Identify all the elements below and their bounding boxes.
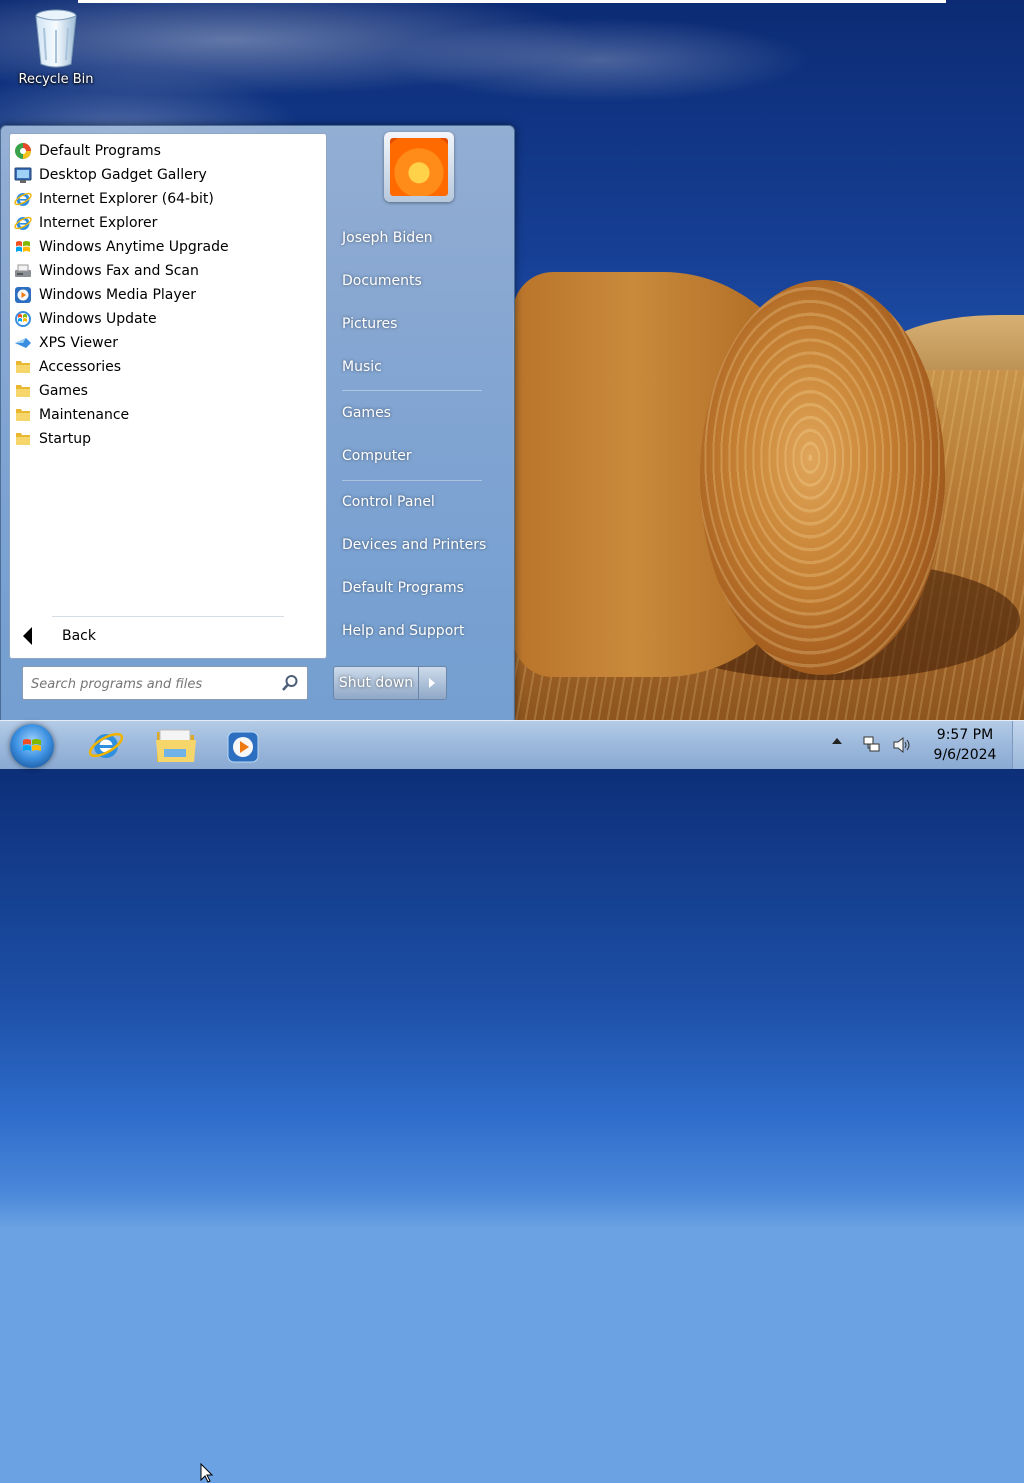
program-label: Default Programs [39,143,161,159]
start-computer[interactable]: Computer [342,448,412,470]
program-label: Games [39,383,88,399]
start-documents[interactable]: Documents [342,273,422,295]
show-hidden-icons-button[interactable] [832,738,842,744]
program-internet-explorer-64[interactable]: Internet Explorer (64-bit) [10,187,326,211]
fax-icon [15,264,31,277]
start-default-programs[interactable]: Default Programs [342,580,464,602]
shutdown-options-button[interactable] [418,666,447,700]
mouse-cursor-icon [200,1463,214,1483]
start-user-name[interactable]: Joseph Biden [342,230,433,252]
volume-icon[interactable] [892,735,912,755]
program-windows-update[interactable]: Windows Update [10,307,326,331]
gadget-gallery-icon [14,167,32,183]
places-separator [342,390,482,391]
start-help-and-support[interactable]: Help and Support [342,623,465,645]
wallpaper-bale-rings [700,280,945,675]
program-default-programs[interactable]: Default Programs [10,139,326,163]
start-pictures[interactable]: Pictures [342,316,397,338]
back-button[interactable]: Back [20,624,96,648]
program-folder-accessories[interactable]: Accessories [10,355,326,379]
program-label: Windows Media Player [39,287,197,303]
shutdown-button[interactable]: Shut down [333,666,419,700]
search-input[interactable] [29,673,283,695]
windows-flag-icon [16,241,30,252]
default-programs-icon [15,143,31,159]
program-folder-maintenance[interactable]: Maintenance [10,403,326,427]
clock-time: 9:57 PM [936,727,994,743]
search-icon[interactable] [281,674,299,692]
program-label: Desktop Gadget Gallery [39,167,207,183]
start-games[interactable]: Games [342,405,391,427]
program-internet-explorer[interactable]: Internet Explorer [10,211,326,235]
clock-date: 9/6/2024 [933,747,997,763]
start-control-panel[interactable]: Control Panel [342,494,435,516]
show-desktop-button[interactable] [1012,721,1024,769]
windows-update-icon [15,311,31,327]
back-label: Back [62,628,96,644]
program-folder-games[interactable]: Games [10,379,326,403]
folder-icon [16,409,30,421]
user-avatar [390,138,448,196]
chevron-right-icon [429,678,435,688]
program-label: Accessories [39,359,122,375]
xps-viewer-icon [15,338,31,348]
system-clock[interactable]: 9:57 PM 9/6/2024 [925,725,1005,765]
taskbar-file-explorer-icon[interactable] [152,724,200,766]
program-label: Maintenance [39,407,130,423]
folder-icon [16,385,30,397]
program-desktop-gadget-gallery[interactable]: Desktop Gadget Gallery [10,163,326,187]
media-player-icon [15,287,31,303]
start-search-box[interactable] [22,666,308,700]
program-label: Windows Update [39,311,157,327]
program-label: Windows Anytime Upgrade [39,239,229,255]
start-menu-places-pane: Joseph Biden Documents Pictures Music Ga… [326,126,514,721]
folder-icon [16,361,30,373]
program-label: Windows Fax and Scan [39,263,199,279]
program-label: Internet Explorer (64-bit) [39,191,214,207]
program-label: Startup [39,431,91,447]
recycle-bin-label: Recycle Bin [18,72,94,87]
network-icon[interactable] [862,735,882,755]
top-window-edge [78,0,946,3]
taskbar-media-player-icon[interactable] [218,724,266,766]
program-label: Internet Explorer [39,215,158,231]
folder-icon [16,433,30,445]
windows-logo-icon [23,739,41,751]
start-devices-and-printers[interactable]: Devices and Printers [342,537,486,559]
internet-explorer-icon [14,192,32,206]
taskbar: 9:57 PM 9/6/2024 [0,720,1024,1483]
user-picture-frame[interactable] [384,132,454,202]
program-windows-media-player[interactable]: Windows Media Player [10,283,326,307]
taskbar-internet-explorer-icon[interactable] [82,724,130,766]
recycle-bin-shortcut[interactable]: Recycle Bin [8,6,93,92]
all-programs-list: Default Programs Desktop Gadget Gallery … [10,139,326,451]
program-label: XPS Viewer [39,335,118,351]
program-xps-viewer[interactable]: XPS Viewer [10,331,326,355]
back-arrow-icon [23,627,32,645]
start-menu-programs-pane: Default Programs Desktop Gadget Gallery … [9,133,327,659]
places-separator [342,480,482,481]
program-windows-anytime-upgrade[interactable]: Windows Anytime Upgrade [10,235,326,259]
start-menu: Default Programs Desktop Gadget Gallery … [0,125,515,722]
program-windows-fax-and-scan[interactable]: Windows Fax and Scan [10,259,326,283]
start-music[interactable]: Music [342,359,382,381]
programs-separator [52,616,284,617]
start-button[interactable] [10,724,54,768]
program-folder-startup[interactable]: Startup [10,427,326,451]
internet-explorer-icon [14,216,32,230]
recycle-bin-icon [35,9,77,68]
